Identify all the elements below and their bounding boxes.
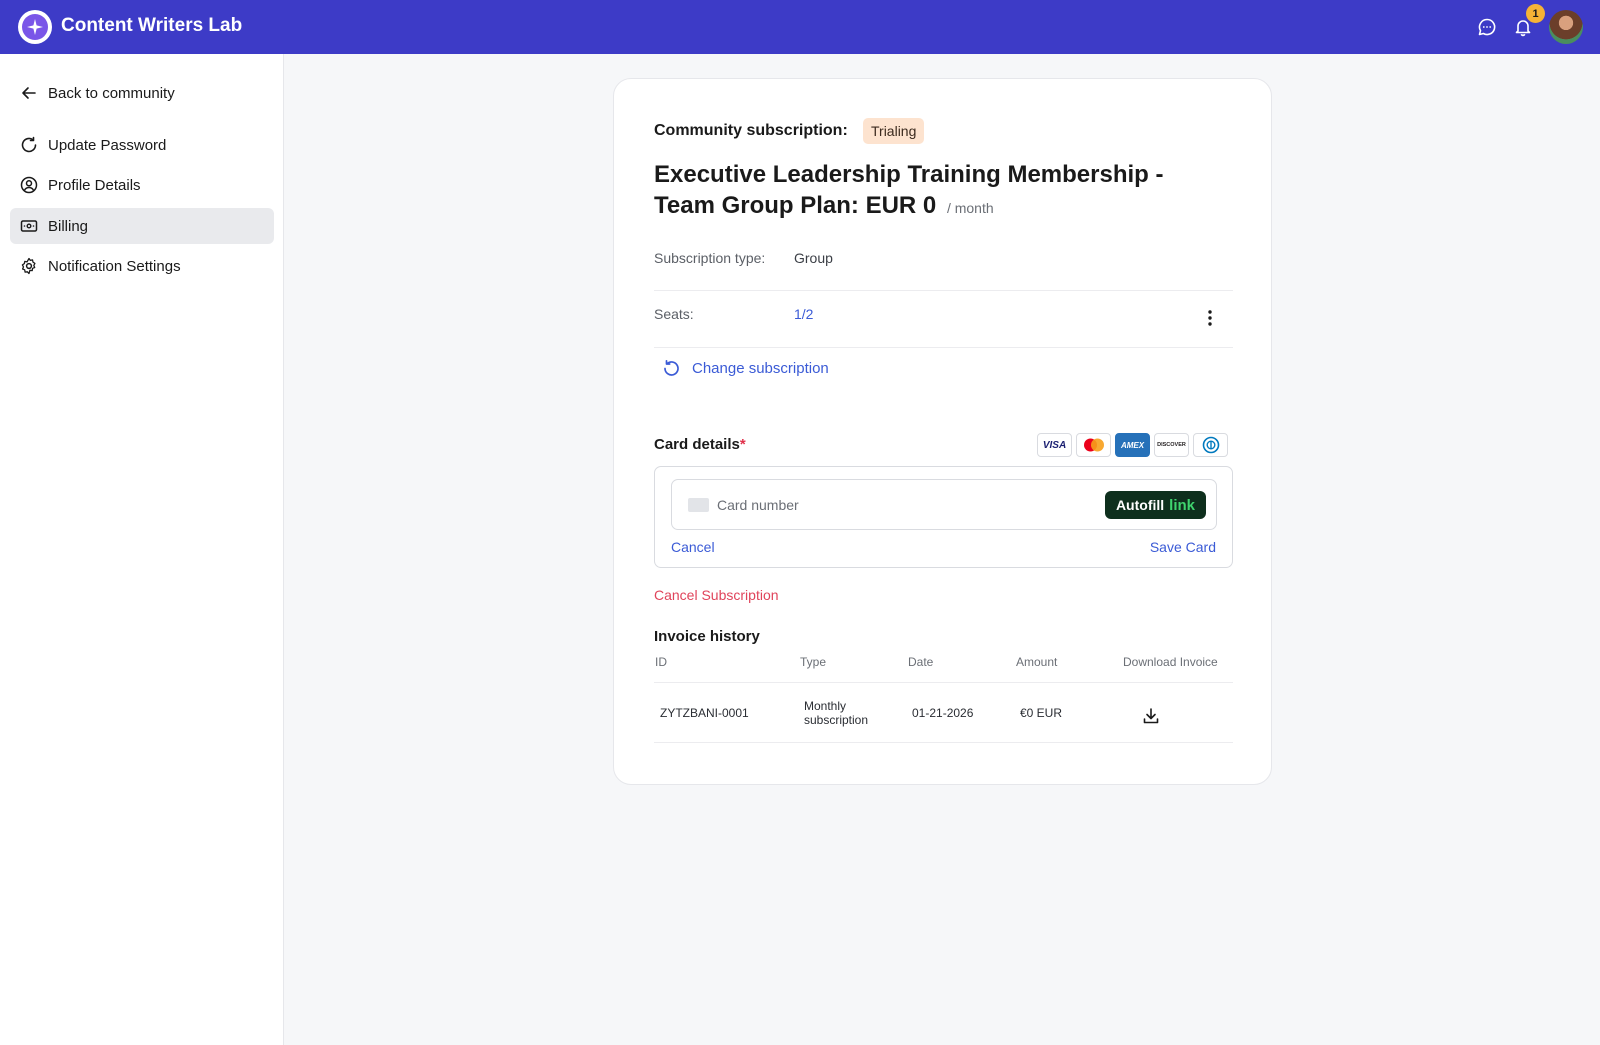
invoice-history-title: Invoice history	[654, 628, 760, 645]
change-subscription-label: Change subscription	[692, 359, 829, 377]
seats-label: Seats:	[654, 306, 694, 322]
plan-period: / month	[946, 200, 994, 216]
change-subscription-button[interactable]: Change subscription	[662, 358, 829, 378]
kebab-icon	[1208, 310, 1212, 326]
card-details-label: Card details*	[654, 436, 746, 453]
column-header-date: Date	[908, 655, 934, 669]
refresh-icon	[19, 135, 39, 155]
card-number-placeholder: Card number	[717, 496, 799, 513]
download-icon	[1143, 708, 1159, 724]
amex-icon: AMEX	[1115, 433, 1150, 457]
visa-text: VISA	[1042, 439, 1067, 451]
card-cancel-button[interactable]: Cancel	[671, 539, 715, 555]
save-card-button[interactable]: Save Card	[1150, 539, 1216, 555]
invoice-type-line2: subscription	[804, 713, 869, 727]
invoice-type-line1: Monthly	[804, 699, 847, 713]
divider	[654, 347, 1233, 348]
invoice-date: 01-21-2026	[912, 706, 974, 720]
top-bar: Content Writers Lab 1	[0, 0, 1600, 54]
required-mark: *	[739, 436, 746, 453]
link-brand-text: link	[1169, 496, 1195, 514]
column-header-amount: Amount	[1016, 655, 1058, 669]
sparkle-icon	[27, 19, 43, 35]
card-details-text: Card details	[654, 436, 740, 453]
notification-count-badge: 1	[1526, 4, 1545, 23]
sidebar-item-profile-details[interactable]: Profile Details	[10, 167, 274, 203]
community-logo[interactable]	[18, 10, 52, 44]
arrow-left-icon	[19, 83, 39, 103]
amex-text: AMEX	[1120, 440, 1145, 450]
divider	[654, 742, 1233, 743]
divider	[654, 290, 1233, 291]
sidebar-item-label: Profile Details	[48, 176, 141, 194]
download-invoice-button[interactable]	[1140, 705, 1162, 727]
mastercard-icon	[1076, 433, 1111, 457]
invoice-id: ZYTZBANI-0001	[660, 706, 749, 720]
discover-icon: DISCOVER	[1154, 433, 1189, 457]
refresh-icon	[662, 358, 682, 378]
column-header-type: Type	[800, 655, 827, 669]
column-header-id: ID	[655, 655, 667, 669]
billing-card: Community subscription: Trialing Executi…	[613, 78, 1272, 785]
status-badge: Trialing	[863, 118, 925, 144]
back-label: Back to community	[48, 84, 175, 102]
card-brands: VISA AMEX DISCOVER	[1037, 433, 1228, 457]
sidebar-item-update-password[interactable]: Update Password	[10, 127, 274, 163]
billing-icon	[19, 216, 39, 236]
invoice-type: Monthly subscription	[804, 699, 868, 727]
more-options-button[interactable]	[1198, 306, 1222, 330]
user-circle-icon	[19, 175, 39, 195]
discover-text: DISCOVER	[1157, 442, 1186, 448]
subscription-type-label: Subscription type:	[654, 250, 766, 266]
diners-icon	[1193, 433, 1228, 457]
gear-icon	[19, 256, 39, 276]
card-form: Card number Autofill link Cancel Save Car…	[654, 466, 1233, 568]
back-to-community-link[interactable]: Back to community	[10, 75, 274, 111]
subscription-label: Community subscription:	[654, 122, 848, 139]
seats-value-link[interactable]: 1/2	[794, 306, 813, 322]
avatar[interactable]	[1549, 10, 1583, 44]
sidebar-item-label: Update Password	[48, 136, 167, 154]
credit-card-icon	[688, 497, 709, 512]
app-title[interactable]: Content Writers Lab	[61, 15, 242, 37]
cancel-subscription-button[interactable]: Cancel Subscription	[654, 587, 779, 603]
autofill-label: Autofill	[1115, 497, 1165, 513]
settings-sidebar: Back to community Update Password Profil…	[0, 54, 284, 1045]
subscription-type-value: Group	[794, 250, 833, 266]
visa-icon: VISA	[1037, 433, 1072, 457]
sidebar-item-label: Billing	[48, 217, 89, 235]
autofill-link-button[interactable]: Autofill link	[1104, 491, 1206, 519]
chat-icon[interactable]	[1475, 15, 1499, 39]
divider	[654, 682, 1233, 683]
column-header-download: Download Invoice	[1123, 655, 1218, 669]
plan-title: Executive Leadership Training Membership…	[654, 159, 1214, 224]
card-number-input[interactable]: Card number Autofill link	[671, 479, 1217, 530]
sidebar-item-label: Notification Settings	[48, 257, 181, 275]
sidebar-item-billing[interactable]: Billing	[10, 208, 274, 244]
plan-name: Executive Leadership Training Membership…	[654, 161, 1164, 219]
invoice-amount: €0 EUR	[1020, 706, 1063, 720]
sidebar-item-notification-settings[interactable]: Notification Settings	[10, 248, 274, 284]
